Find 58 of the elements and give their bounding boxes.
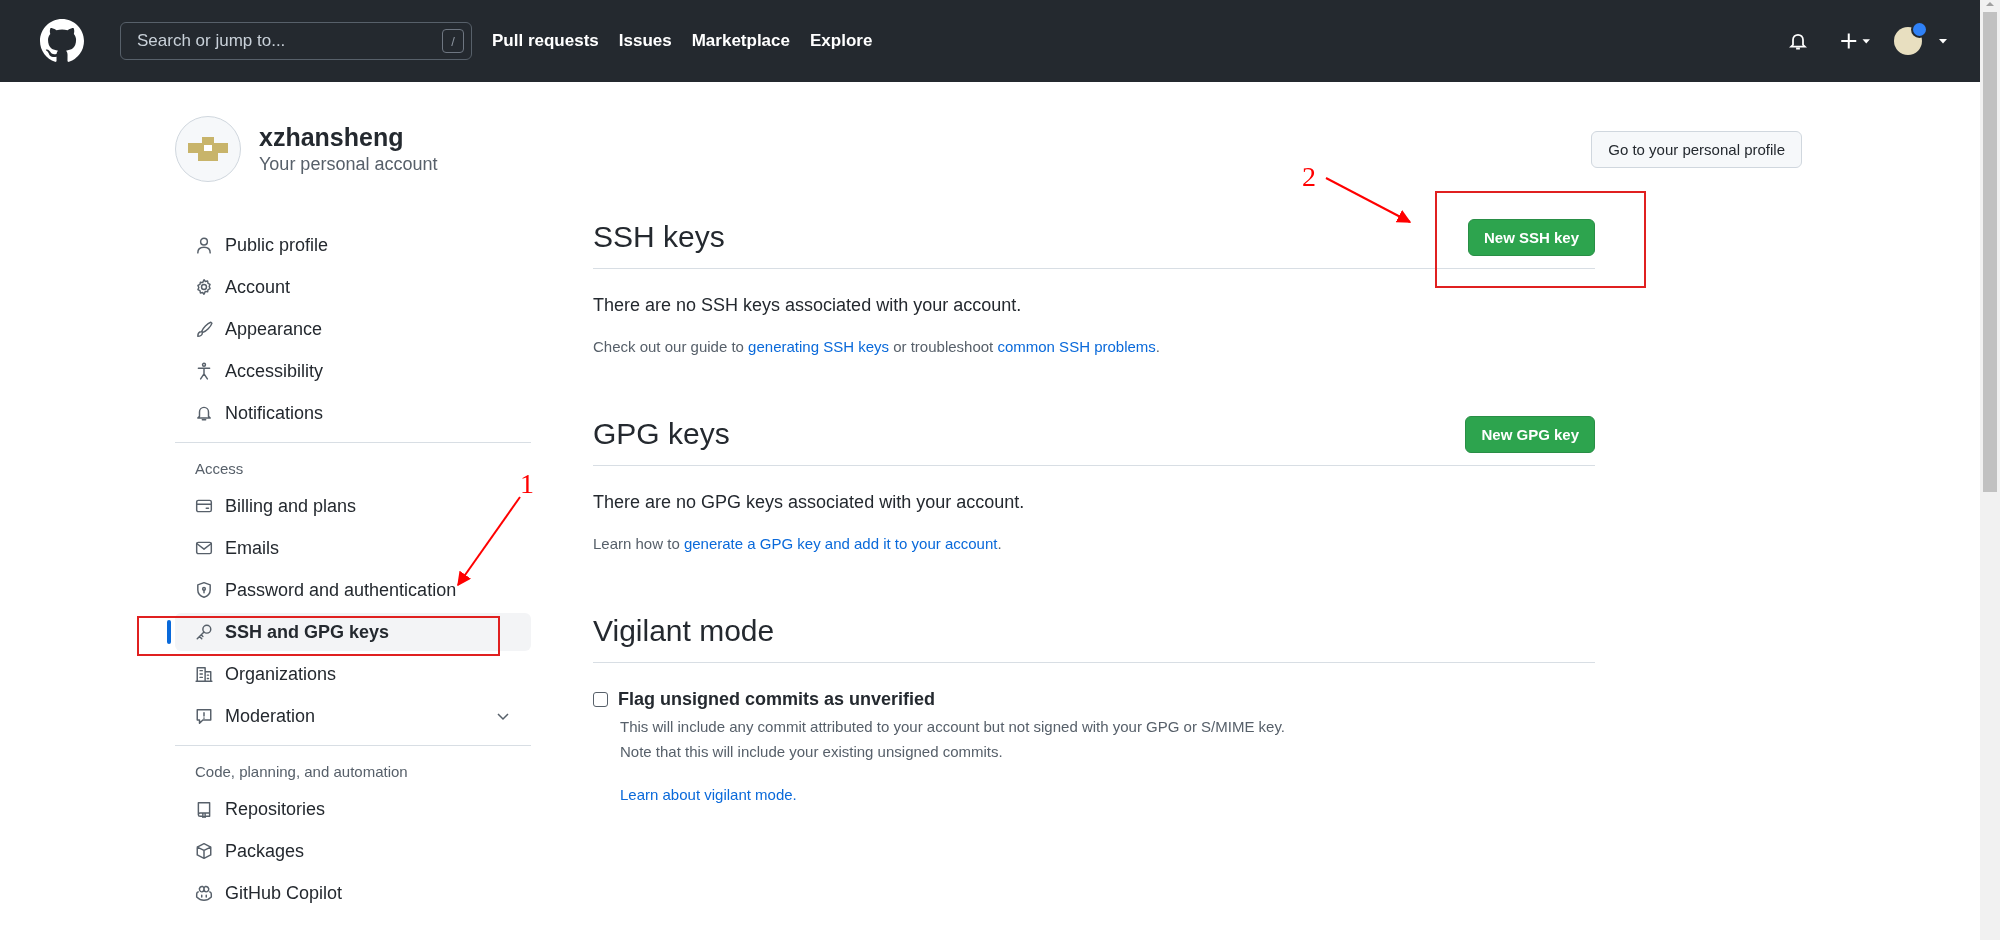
credit-card-icon <box>195 497 213 515</box>
gear-icon <box>195 278 213 296</box>
accessibility-icon <box>195 362 213 380</box>
plus-icon[interactable] <box>1838 31 1872 51</box>
report-icon <box>195 707 213 725</box>
octocat-logo-icon[interactable] <box>40 19 84 63</box>
shortcut-key: / <box>442 29 464 53</box>
bell-icon[interactable] <box>1788 31 1808 51</box>
annotation-number: 2 <box>1302 161 1316 192</box>
checkbox-label[interactable]: Flag unsigned commits as unverified <box>618 689 936 710</box>
shield-icon <box>195 581 213 599</box>
help-text: Check out our guide to generating SSH keys or troubleshoot common SSH problems. <box>593 338 1161 355</box>
sidebar-item[interactable]: Organizations <box>175 655 531 693</box>
nav-link[interactable]: Marketplace <box>691 31 790 51</box>
help-link[interactable]: common SSH problems <box>997 338 1156 355</box>
section-heading: Vigilant mode <box>593 614 775 648</box>
checkbox-description: This will include any commit attributed to your account but not signed with your GPG or S/MIME key. Note that this will include your existing unsigned commits. <box>620 717 1286 762</box>
empty-message: There are no GPG keys associated with your account. <box>593 492 1026 513</box>
learn-more-link[interactable]: Learn about vigilant mode. <box>620 786 797 803</box>
help-link[interactable]: generate a GPG key and add it to your account <box>683 535 998 552</box>
key-icon <box>195 623 213 641</box>
sidebar-item[interactable]: Account <box>175 268 531 306</box>
copilot-icon <box>195 884 213 902</box>
sidebar-item[interactable]: Repositories <box>175 790 531 828</box>
section-heading: SSH keys <box>593 220 725 254</box>
paintbrush-icon <box>195 320 213 338</box>
checkbox[interactable] <box>593 692 608 707</box>
selection-indicator <box>167 620 171 644</box>
package-icon <box>195 842 213 860</box>
sidebar-item[interactable]: Notifications <box>175 394 531 432</box>
help-link[interactable]: generating SSH keys <box>748 338 890 355</box>
nav-link[interactable]: Pull requests <box>492 31 599 51</box>
help-text: Learn how to generate a GPG key and add it to your account. <box>593 535 1003 552</box>
scrollbar[interactable] <box>1980 0 2000 940</box>
bell-icon <box>195 404 213 422</box>
sidebar-item[interactable]: Packages <box>175 832 531 870</box>
person-icon <box>195 236 213 254</box>
sidebar-item[interactable]: Moderation <box>175 697 531 735</box>
sidebar-heading: Access <box>194 458 245 479</box>
sidebar-heading: Code, planning, and automation <box>194 761 409 782</box>
sidebar-item[interactable]: Accessibility <box>175 352 531 390</box>
sidebar-item[interactable]: GitHub Copilot <box>175 874 531 912</box>
building-icon <box>195 665 213 683</box>
nav-link[interactable]: Issues <box>618 31 672 51</box>
account-subtitle: Your personal account <box>259 154 438 175</box>
sidebar-item[interactable]: Password and authentication <box>175 571 531 609</box>
section-heading: GPG keys <box>593 417 730 451</box>
sidebar-item[interactable]: Emails <box>175 529 531 567</box>
repo-icon <box>195 800 213 818</box>
sidebar-item[interactable]: Appearance <box>175 310 531 348</box>
empty-message: There are no SSH keys associated with your account. <box>593 295 1023 316</box>
sidebar-item[interactable]: Public profile <box>175 226 531 264</box>
username: xzhansheng <box>259 123 405 152</box>
caret-icon[interactable] <box>1938 37 1948 45</box>
nav-link[interactable]: Explore <box>810 31 873 51</box>
annotation-number: 1 <box>520 468 534 499</box>
envelope-icon <box>195 539 213 557</box>
profile-button[interactable]: Go to your personal profile <box>1591 131 1802 168</box>
